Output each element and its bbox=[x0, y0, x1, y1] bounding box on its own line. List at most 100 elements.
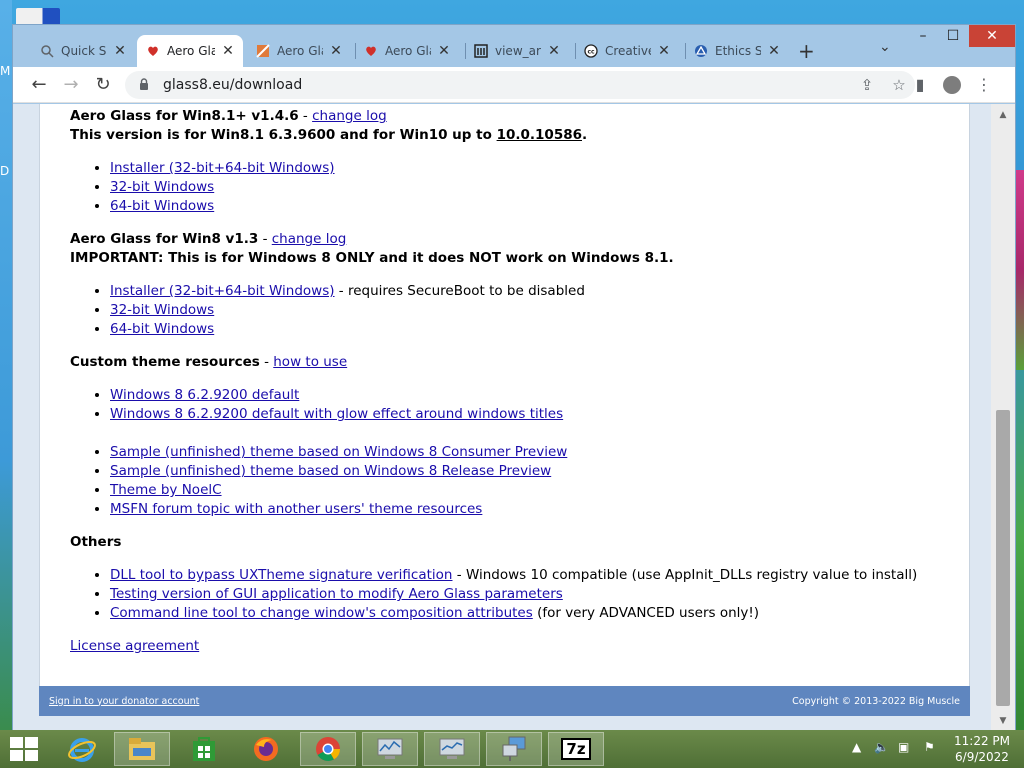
reload-icon[interactable]: ↻ bbox=[91, 73, 115, 97]
clock-date: 6/9/2022 bbox=[955, 750, 1009, 764]
tab-strip: Quick Se ✕ Aero Gla ✕ Aero Gla ✕ Aero Gl… bbox=[13, 25, 1015, 67]
side-panel-icon[interactable]: ▮ bbox=[907, 73, 933, 97]
store-icon[interactable] bbox=[176, 732, 232, 766]
theme-link[interactable]: MSFN forum topic with another users' the… bbox=[110, 501, 482, 517]
theme-link[interactable]: Windows 8 6.2.9200 default bbox=[110, 387, 299, 403]
address-bar[interactable]: glass8.eu/download ⇪ ☆ bbox=[125, 71, 915, 99]
menu-kebab-icon[interactable]: ⋮ bbox=[971, 73, 997, 97]
page-content-area: Aero Glass for Win8.1+ v1.4.6 - change l… bbox=[39, 104, 970, 714]
search-icon bbox=[39, 43, 55, 59]
how-to-use-link[interactable]: how to use bbox=[273, 354, 347, 370]
tab-close-icon[interactable]: ✕ bbox=[329, 43, 343, 59]
tab-title: Ethics St bbox=[715, 44, 761, 58]
tab-view-archive[interactable]: view_arc ✕ bbox=[465, 35, 569, 67]
scroll-down-icon[interactable]: ▼ bbox=[991, 716, 1015, 726]
donator-signin-link[interactable]: Sign in to your donator account bbox=[49, 696, 199, 707]
download-list: Installer (32-bit+64-bit Windows) - requ… bbox=[110, 282, 950, 339]
list-item: Windows 8 6.2.9200 default with glow eff… bbox=[110, 405, 950, 424]
dll-tool-link[interactable]: DLL tool to bypass UXTheme signature ver… bbox=[110, 567, 452, 583]
theme-list: Windows 8 6.2.9200 default Windows 8 6.2… bbox=[110, 386, 950, 519]
cli-tool-link[interactable]: Command line tool to change window's com… bbox=[110, 605, 533, 621]
list-item: Sample (unfinished) theme based on Windo… bbox=[110, 462, 950, 481]
svg-text:cc: cc bbox=[587, 49, 595, 56]
gui-app-link[interactable]: Testing version of GUI application to mo… bbox=[110, 586, 563, 602]
aero-favicon bbox=[363, 43, 379, 59]
url-text[interactable]: glass8.eu/download bbox=[163, 77, 851, 93]
scrollbar-thumb[interactable] bbox=[996, 410, 1010, 706]
page-viewport: Aero Glass for Win8.1+ v1.4.6 - change l… bbox=[13, 104, 991, 730]
item-note: (for very ADVANCED users only!) bbox=[532, 605, 760, 621]
profile-avatar-icon[interactable] bbox=[939, 73, 965, 97]
tab-search-chevron-icon[interactable]: ⌄ bbox=[879, 39, 891, 55]
performance-monitor-icon[interactable] bbox=[362, 732, 418, 766]
64bit-link[interactable]: 64-bit Windows bbox=[110, 321, 214, 337]
share-icon[interactable]: ⇪ bbox=[851, 76, 883, 94]
download-content: Aero Glass for Win8.1+ v1.4.6 - change l… bbox=[70, 107, 950, 656]
64bit-link[interactable]: 64-bit Windows bbox=[110, 198, 214, 214]
network-connection-icon[interactable] bbox=[486, 732, 542, 766]
chrome-icon[interactable] bbox=[300, 732, 356, 766]
license-agreement-link[interactable]: License agreement bbox=[70, 638, 199, 654]
list-item: Sample (unfinished) theme based on Windo… bbox=[110, 443, 950, 462]
32bit-link[interactable]: 32-bit Windows bbox=[110, 302, 214, 318]
tab-creative-commons[interactable]: cc Creative ✕ bbox=[575, 35, 679, 67]
internet-explorer-icon[interactable] bbox=[54, 732, 110, 766]
maximize-button[interactable]: ☐ bbox=[937, 25, 969, 47]
change-log-link[interactable]: change log bbox=[312, 108, 387, 124]
theme-link[interactable]: Sample (unfinished) theme based on Windo… bbox=[110, 463, 551, 479]
build-link[interactable]: 10.0.10586 bbox=[497, 127, 582, 143]
theme-link[interactable]: Windows 8 6.2.9200 default with glow eff… bbox=[110, 406, 563, 422]
7zip-icon[interactable]: 7z bbox=[548, 732, 604, 766]
section-title: Aero Glass for Win8 v1.3 bbox=[70, 231, 259, 247]
tab-title: Aero Gla bbox=[167, 44, 215, 58]
installer-link[interactable]: Installer (32-bit+64-bit Windows) bbox=[110, 160, 335, 176]
theme-link[interactable]: Sample (unfinished) theme based on Windo… bbox=[110, 444, 567, 460]
section-themes: Custom theme resources - how to use Wind… bbox=[70, 353, 950, 519]
tab-title: Aero Gla bbox=[385, 44, 431, 58]
tab-quick-search[interactable]: Quick Se ✕ bbox=[31, 35, 135, 67]
scroll-up-icon[interactable]: ▲ bbox=[991, 110, 1015, 120]
list-item: 64-bit Windows bbox=[110, 320, 950, 339]
tab-aero-glass-active[interactable]: Aero Gla ✕ bbox=[137, 35, 243, 67]
tab-ethics[interactable]: Ethics St ✕ bbox=[685, 35, 789, 67]
section-title: Custom theme resources bbox=[70, 354, 260, 370]
system-clock[interactable]: 11:22 PM 6/9/2022 bbox=[950, 733, 1014, 765]
section-win81: Aero Glass for Win8.1+ v1.4.6 - change l… bbox=[70, 107, 950, 216]
firefox-icon[interactable] bbox=[238, 732, 294, 766]
separator-text: - bbox=[258, 231, 272, 247]
tab-close-icon[interactable]: ✕ bbox=[657, 43, 671, 59]
taskbar: 7z ▲ 🔈 ▣ ⚑ 11:22 PM 6/9/2022 bbox=[0, 730, 1024, 768]
tab-close-icon[interactable]: ✕ bbox=[221, 43, 235, 59]
clock-time: 11:22 PM bbox=[954, 734, 1010, 748]
start-windows-icon[interactable] bbox=[10, 737, 38, 761]
list-item: 64-bit Windows bbox=[110, 197, 950, 216]
theme-link[interactable]: Theme by NoelC bbox=[110, 482, 222, 498]
tab-close-icon[interactable]: ✕ bbox=[437, 43, 451, 59]
performance-monitor-2-icon[interactable] bbox=[424, 732, 480, 766]
volume-muted-icon[interactable]: 🔈 bbox=[874, 740, 889, 754]
tab-close-icon[interactable]: ✕ bbox=[767, 43, 781, 59]
show-hidden-icons-chevron-icon[interactable]: ▲ bbox=[852, 740, 861, 754]
close-window-button[interactable]: ✕ bbox=[969, 25, 1015, 47]
tab-aero-glass-2[interactable]: Aero Gla ✕ bbox=[247, 35, 351, 67]
change-log-link[interactable]: change log bbox=[272, 231, 347, 247]
new-tab-button[interactable]: + bbox=[798, 39, 815, 63]
others-list: DLL tool to bypass UXTheme signature ver… bbox=[110, 566, 950, 623]
item-note: - Windows 10 compatible (use AppInit_DLL… bbox=[452, 567, 918, 583]
32bit-link[interactable]: 32-bit Windows bbox=[110, 179, 214, 195]
action-center-flag-icon[interactable]: ⚑ bbox=[924, 740, 935, 754]
minimize-button[interactable]: – bbox=[907, 25, 939, 47]
installer-link[interactable]: Installer (32-bit+64-bit Windows) bbox=[110, 283, 335, 299]
forward-arrow-icon[interactable]: → bbox=[59, 73, 83, 97]
tab-close-icon[interactable]: ✕ bbox=[547, 43, 561, 59]
tab-aero-glass-3[interactable]: Aero Gla ✕ bbox=[355, 35, 459, 67]
network-tray-icon[interactable]: ▣ bbox=[898, 740, 909, 754]
vertical-scrollbar[interactable]: ▲ ▼ bbox=[991, 104, 1015, 730]
back-arrow-icon[interactable]: ← bbox=[27, 73, 51, 97]
copyright-text: Copyright © 2013-2022 Big Muscle bbox=[792, 695, 960, 707]
tab-close-icon[interactable]: ✕ bbox=[113, 43, 127, 59]
file-explorer-icon[interactable] bbox=[114, 732, 170, 766]
list-item: MSFN forum topic with another users' the… bbox=[110, 500, 950, 519]
tab-title: view_arc bbox=[495, 44, 541, 58]
page-footer: Sign in to your donator account Copyrigh… bbox=[39, 686, 970, 716]
